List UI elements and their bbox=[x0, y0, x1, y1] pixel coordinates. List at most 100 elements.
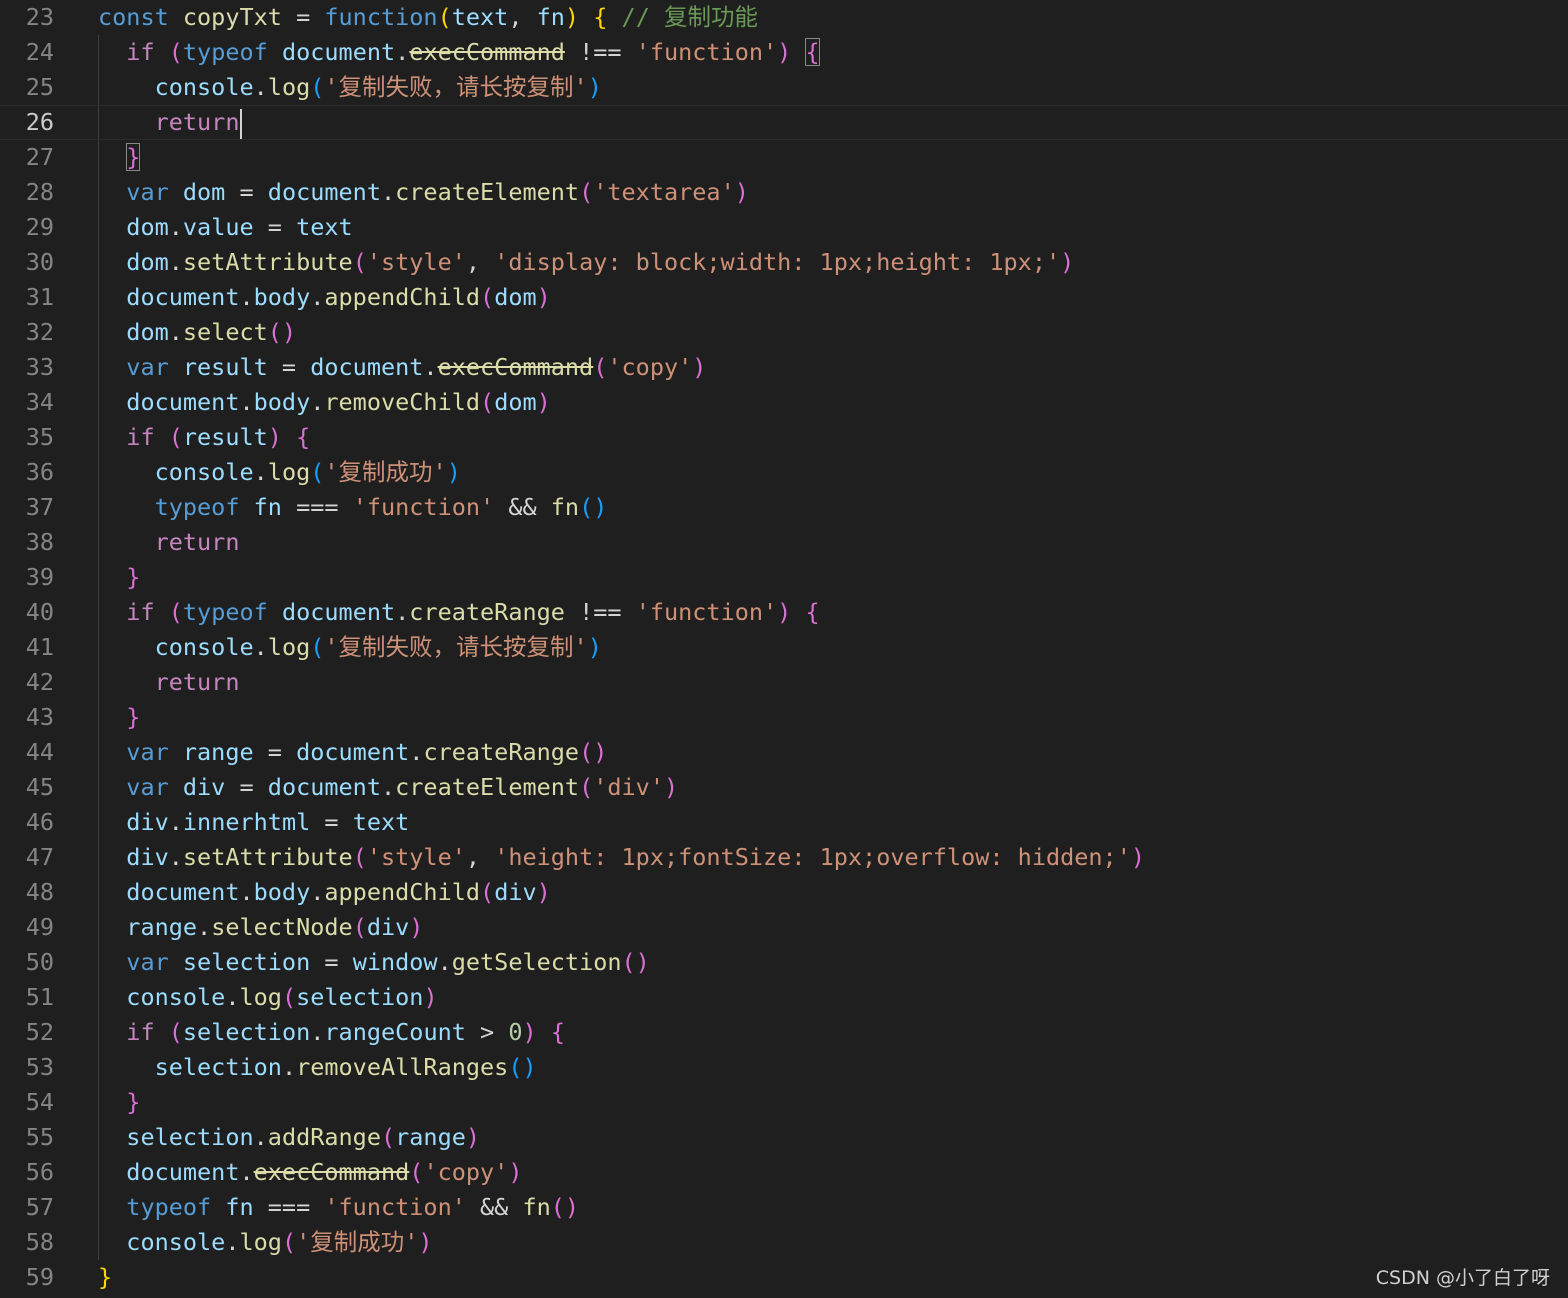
code-text[interactable]: dom.select() bbox=[98, 315, 296, 350]
code-line[interactable]: 54 } bbox=[0, 1085, 1568, 1120]
code-token: = bbox=[225, 773, 268, 801]
code-token: '复制成功' bbox=[324, 458, 447, 486]
code-line[interactable]: 41 console.log('复制失败，请长按复制') bbox=[0, 630, 1568, 665]
code-token: = bbox=[310, 948, 353, 976]
code-text[interactable]: } bbox=[98, 140, 141, 175]
code-token: copyTxt bbox=[182, 3, 282, 31]
code-text[interactable]: var selection = window.getSelection() bbox=[98, 945, 650, 980]
code-text[interactable]: if (typeof document.execCommand !== 'fun… bbox=[98, 35, 820, 70]
code-line[interactable]: 36 console.log('复制成功') bbox=[0, 455, 1568, 490]
code-text[interactable]: var range = document.createRange() bbox=[98, 735, 607, 770]
code-line[interactable]: 47 div.setAttribute('style', 'height: 1p… bbox=[0, 840, 1568, 875]
code-line[interactable]: 43 } bbox=[0, 700, 1568, 735]
line-number: 50 bbox=[25, 948, 54, 976]
code-line[interactable]: 23 const copyTxt = function(text, fn) { /… bbox=[0, 0, 1568, 35]
code-line[interactable]: 45 var div = document.createElement('div… bbox=[0, 770, 1568, 805]
code-line[interactable]: 30 dom.setAttribute('style', 'display: b… bbox=[0, 245, 1568, 280]
code-line[interactable]: 35 if (result) { bbox=[0, 420, 1568, 455]
code-line[interactable]: 50 var selection = window.getSelection() bbox=[0, 945, 1568, 980]
code-line[interactable]: 53 selection.removeAllRanges() bbox=[0, 1050, 1568, 1085]
code-text[interactable]: var result = document.execCommand('copy'… bbox=[98, 350, 706, 385]
code-line[interactable]: 39 } bbox=[0, 560, 1568, 595]
code-token: . bbox=[310, 388, 325, 416]
code-text[interactable]: if (typeof document.createRange !== 'fun… bbox=[98, 595, 819, 630]
code-line[interactable]: 40 if (typeof document.createRange !== '… bbox=[0, 595, 1568, 630]
code-text[interactable]: document.body.appendChild(div) bbox=[98, 875, 551, 910]
code-text[interactable]: console.log('复制失败，请长按复制') bbox=[98, 630, 602, 665]
code-text[interactable]: const copyTxt = function(text, fn) { // … bbox=[98, 0, 758, 35]
code-text[interactable]: if (result) { bbox=[98, 420, 310, 455]
code-text[interactable]: dom.setAttribute('style', 'display: bloc… bbox=[98, 245, 1074, 280]
code-line[interactable]: 28 var dom = document.createElement('tex… bbox=[0, 175, 1568, 210]
code-token: typeof bbox=[154, 493, 254, 521]
code-text[interactable]: typeof fn === 'function' && fn() bbox=[98, 1190, 579, 1225]
code-token: . bbox=[253, 458, 268, 486]
code-line[interactable]: 58 console.log('复制成功') bbox=[0, 1225, 1568, 1260]
code-text[interactable]: } bbox=[98, 1260, 112, 1295]
code-token: } bbox=[126, 1088, 141, 1116]
code-text[interactable]: div.innerhtml = text bbox=[98, 805, 409, 840]
code-text[interactable]: var dom = document.createElement('textar… bbox=[98, 175, 749, 210]
code-text[interactable]: div.setAttribute('style', 'height: 1px;f… bbox=[98, 840, 1145, 875]
code-line[interactable]: 55 selection.addRange(range) bbox=[0, 1120, 1568, 1155]
code-text[interactable]: return bbox=[98, 525, 240, 560]
code-text[interactable]: console.log(selection) bbox=[98, 980, 437, 1015]
code-line[interactable]: 57 typeof fn === 'function' && fn() bbox=[0, 1190, 1568, 1225]
code-line[interactable]: 37 typeof fn === 'function' && fn() bbox=[0, 490, 1568, 525]
code-text[interactable]: if (selection.rangeCount > 0) { bbox=[98, 1015, 565, 1050]
code-line[interactable]: 32 dom.select() bbox=[0, 315, 1568, 350]
code-line[interactable]: 49 range.selectNode(div) bbox=[0, 910, 1568, 945]
code-token: . bbox=[197, 913, 212, 941]
code-text[interactable]: return bbox=[98, 106, 243, 139]
code-line[interactable]: 27 } bbox=[0, 140, 1568, 175]
code-text[interactable]: document.execCommand('copy') bbox=[98, 1155, 522, 1190]
code-token: . bbox=[310, 878, 325, 906]
code-line[interactable]: 56 document.execCommand('copy') bbox=[0, 1155, 1568, 1190]
code-text[interactable]: return bbox=[98, 665, 240, 700]
code-editor[interactable]: 23 const copyTxt = function(text, fn) { /… bbox=[0, 0, 1568, 1298]
code-line[interactable]: 52 if (selection.rangeCount > 0) { bbox=[0, 1015, 1568, 1050]
code-line[interactable]: 51 console.log(selection) bbox=[0, 980, 1568, 1015]
code-token: '复制失败，请长按复制' bbox=[324, 73, 588, 101]
line-number: 47 bbox=[25, 843, 54, 871]
code-line[interactable]: 24 if (typeof document.execCommand !== '… bbox=[0, 35, 1568, 70]
code-line[interactable]: 31 document.body.appendChild(dom) bbox=[0, 280, 1568, 315]
code-token: dom bbox=[126, 318, 169, 346]
code-line[interactable]: 34 document.body.removeChild(dom) bbox=[0, 385, 1568, 420]
code-line[interactable]: 38 return bbox=[0, 525, 1568, 560]
code-text[interactable]: var div = document.createElement('div') bbox=[98, 770, 678, 805]
code-token: ( bbox=[480, 283, 495, 311]
code-token: 'height: 1px;fontSize: 1px;overflow: hid… bbox=[494, 843, 1131, 871]
code-text[interactable]: console.log('复制成功') bbox=[98, 1225, 432, 1260]
line-number: 46 bbox=[25, 808, 54, 836]
code-text[interactable]: console.log('复制失败，请长按复制') bbox=[98, 70, 602, 105]
code-token: appendChild bbox=[324, 283, 481, 311]
code-text[interactable]: selection.removeAllRanges() bbox=[98, 1050, 537, 1085]
code-line[interactable]: 46 div.innerhtml = text bbox=[0, 805, 1568, 840]
code-line[interactable]: 42 return bbox=[0, 665, 1568, 700]
code-text[interactable]: document.body.removeChild(dom) bbox=[98, 385, 551, 420]
line-number: 34 bbox=[25, 388, 54, 416]
code-line[interactable]: 33 var result = document.execCommand('co… bbox=[0, 350, 1568, 385]
code-text[interactable]: } bbox=[98, 560, 140, 595]
code-text[interactable]: } bbox=[98, 1085, 140, 1120]
code-token: ( bbox=[281, 1228, 297, 1256]
code-text[interactable]: typeof fn === 'function' && fn() bbox=[98, 490, 608, 525]
code-token: () bbox=[579, 738, 608, 766]
code-text[interactable]: selection.addRange(range) bbox=[98, 1120, 480, 1155]
code-line[interactable]: 59} bbox=[0, 1260, 1568, 1295]
code-text[interactable]: dom.value = text bbox=[98, 210, 352, 245]
code-line[interactable]: 48 document.body.appendChild(div) bbox=[0, 875, 1568, 910]
code-text[interactable]: } bbox=[98, 700, 140, 735]
code-token: range bbox=[126, 913, 198, 941]
code-text[interactable]: console.log('复制成功') bbox=[98, 455, 461, 490]
code-line[interactable]: 29 dom.value = text bbox=[0, 210, 1568, 245]
code-text[interactable]: document.body.appendChild(dom) bbox=[98, 280, 551, 315]
code-line[interactable]: 26 return bbox=[0, 105, 1568, 140]
code-line[interactable]: 25 console.log('复制失败，请长按复制') bbox=[0, 70, 1568, 105]
code-text[interactable]: range.selectNode(div) bbox=[98, 910, 423, 945]
code-line[interactable]: 44 var range = document.createRange() bbox=[0, 735, 1568, 770]
